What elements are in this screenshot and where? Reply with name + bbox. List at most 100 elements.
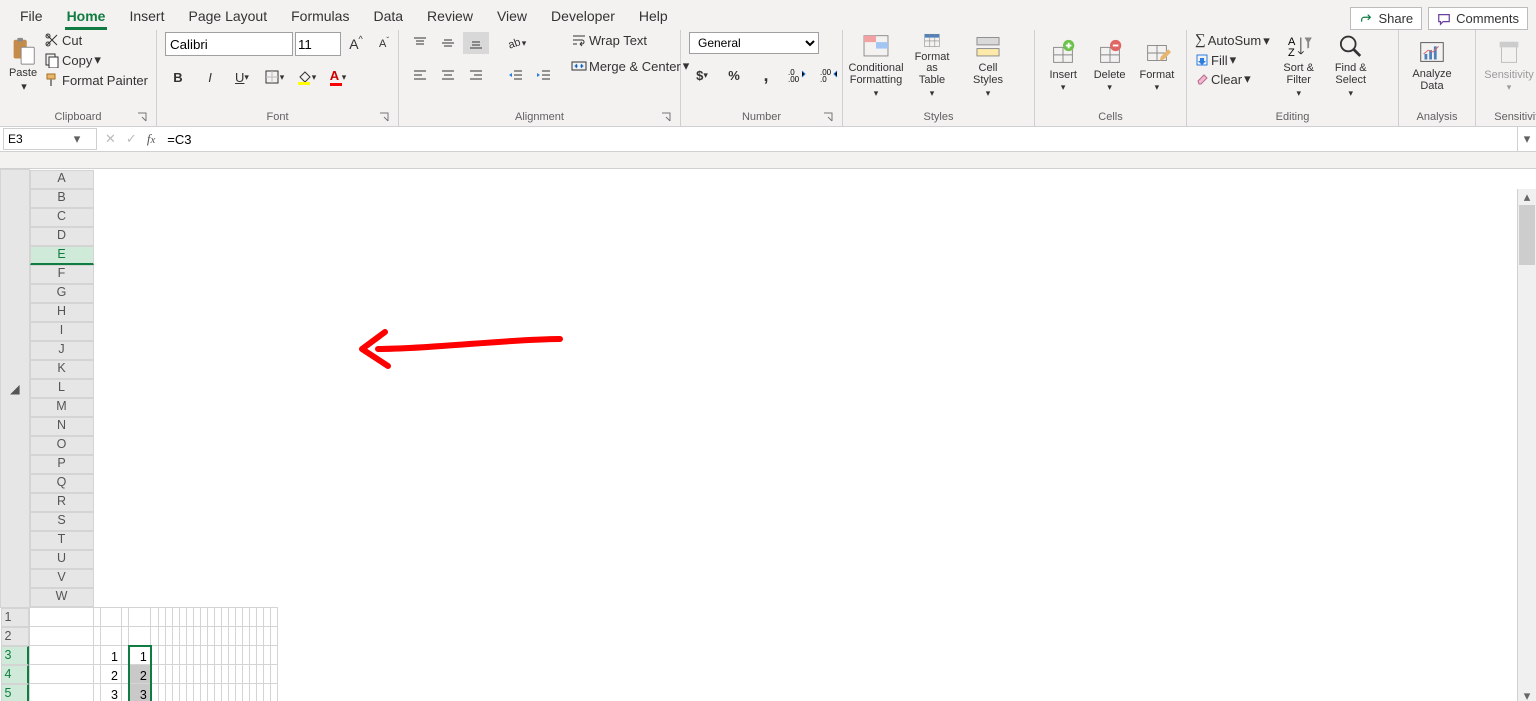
cell[interactable] bbox=[200, 665, 207, 684]
fx-icon[interactable]: fx bbox=[147, 131, 155, 147]
insert-cells-button[interactable]: Insert▾ bbox=[1043, 32, 1083, 98]
share-button[interactable]: Share bbox=[1350, 7, 1422, 30]
chevron-down-icon[interactable]: ▾ bbox=[68, 131, 86, 147]
column-header[interactable]: O bbox=[30, 436, 94, 455]
cell[interactable] bbox=[242, 684, 249, 701]
cell[interactable] bbox=[214, 684, 221, 701]
cell[interactable] bbox=[158, 665, 165, 684]
cell[interactable] bbox=[228, 665, 235, 684]
column-header[interactable]: R bbox=[30, 493, 94, 512]
cell[interactable] bbox=[172, 607, 179, 627]
column-header[interactable]: T bbox=[30, 531, 94, 550]
cell[interactable] bbox=[256, 665, 263, 684]
cell[interactable] bbox=[249, 665, 256, 684]
cell[interactable] bbox=[186, 646, 193, 665]
cell[interactable] bbox=[121, 627, 129, 646]
conditional-formatting-button[interactable]: Conditional Formatting▾ bbox=[851, 32, 901, 98]
cell[interactable] bbox=[151, 607, 159, 627]
cell[interactable]: 1 bbox=[101, 646, 122, 665]
cell[interactable] bbox=[158, 684, 165, 701]
cell[interactable] bbox=[29, 665, 94, 684]
column-header[interactable]: J bbox=[30, 341, 94, 360]
fill-color-button[interactable]: ▾ bbox=[293, 66, 319, 88]
cell[interactable] bbox=[121, 665, 129, 684]
cell-styles-button[interactable]: Cell Styles▾ bbox=[963, 32, 1013, 98]
cell[interactable] bbox=[228, 607, 235, 627]
cell[interactable] bbox=[207, 607, 214, 627]
cell[interactable] bbox=[214, 665, 221, 684]
delete-cells-button[interactable]: Delete▾ bbox=[1089, 32, 1129, 98]
increase-decimal-button[interactable]: .0.00 bbox=[785, 64, 811, 86]
format-as-table-button[interactable]: Format as Table▾ bbox=[907, 32, 957, 98]
cell[interactable] bbox=[235, 627, 242, 646]
cell[interactable] bbox=[214, 646, 221, 665]
cell[interactable] bbox=[235, 684, 242, 701]
cell[interactable] bbox=[94, 627, 101, 646]
cell[interactable] bbox=[256, 627, 263, 646]
column-header[interactable]: C bbox=[30, 208, 94, 227]
increase-indent-button[interactable] bbox=[531, 64, 557, 86]
row-header[interactable]: 5 bbox=[1, 684, 29, 701]
cell[interactable] bbox=[151, 627, 159, 646]
tab-file[interactable]: File bbox=[8, 4, 55, 30]
cell[interactable] bbox=[193, 607, 200, 627]
cell[interactable]: 2 bbox=[101, 665, 122, 684]
align-center-button[interactable] bbox=[435, 64, 461, 86]
cell[interactable] bbox=[263, 646, 270, 665]
cell[interactable] bbox=[179, 607, 186, 627]
scroll-down-button[interactable]: ▾ bbox=[1519, 688, 1535, 701]
cell[interactable] bbox=[249, 607, 256, 627]
cell[interactable] bbox=[221, 607, 228, 627]
cell[interactable] bbox=[29, 684, 94, 701]
cell[interactable] bbox=[151, 646, 159, 665]
tab-page-layout[interactable]: Page Layout bbox=[176, 4, 279, 30]
cell[interactable] bbox=[179, 665, 186, 684]
cell[interactable] bbox=[179, 646, 186, 665]
decrease-decimal-button[interactable]: .00.0 bbox=[817, 64, 843, 86]
row-header[interactable]: 1 bbox=[1, 608, 29, 627]
name-box-input[interactable] bbox=[4, 132, 68, 146]
formula-input[interactable] bbox=[163, 127, 1517, 151]
format-painter-button[interactable]: Format Painter bbox=[44, 72, 148, 88]
cell[interactable] bbox=[129, 627, 151, 646]
cell[interactable] bbox=[186, 665, 193, 684]
column-header[interactable]: H bbox=[30, 303, 94, 322]
cell[interactable] bbox=[263, 665, 270, 684]
cell[interactable] bbox=[193, 627, 200, 646]
row-header[interactable]: 2 bbox=[1, 627, 29, 646]
cell[interactable] bbox=[256, 607, 263, 627]
cell[interactable] bbox=[221, 627, 228, 646]
column-header[interactable]: U bbox=[30, 550, 94, 569]
column-header[interactable]: G bbox=[30, 284, 94, 303]
tab-view[interactable]: View bbox=[485, 4, 539, 30]
cell[interactable] bbox=[151, 684, 159, 701]
cell[interactable] bbox=[165, 646, 172, 665]
cell[interactable] bbox=[172, 665, 179, 684]
column-header[interactable]: I bbox=[30, 322, 94, 341]
cell[interactable] bbox=[121, 684, 129, 701]
font-size-combo[interactable] bbox=[295, 32, 341, 56]
cell[interactable] bbox=[263, 607, 270, 627]
cell[interactable] bbox=[270, 684, 277, 701]
cell[interactable] bbox=[228, 627, 235, 646]
cell[interactable] bbox=[249, 646, 256, 665]
cell[interactable] bbox=[172, 627, 179, 646]
cell[interactable] bbox=[101, 607, 122, 627]
cell[interactable] bbox=[200, 627, 207, 646]
cell[interactable] bbox=[165, 607, 172, 627]
cell[interactable] bbox=[249, 627, 256, 646]
cell[interactable] bbox=[121, 646, 129, 665]
align-right-button[interactable] bbox=[463, 64, 489, 86]
cell[interactable] bbox=[94, 665, 101, 684]
font-name-combo[interactable] bbox=[165, 32, 293, 56]
select-all-corner[interactable]: ◢ bbox=[1, 170, 30, 608]
cancel-formula-button[interactable]: ✕ bbox=[105, 131, 116, 147]
scroll-up-button[interactable]: ▴ bbox=[1519, 189, 1535, 205]
cell[interactable] bbox=[29, 627, 94, 646]
tab-developer[interactable]: Developer bbox=[539, 4, 627, 30]
cell[interactable] bbox=[101, 627, 122, 646]
cut-button[interactable]: Cut bbox=[44, 32, 148, 48]
cell[interactable] bbox=[228, 684, 235, 701]
column-header[interactable]: D bbox=[30, 227, 94, 246]
column-header[interactable]: V bbox=[30, 569, 94, 588]
